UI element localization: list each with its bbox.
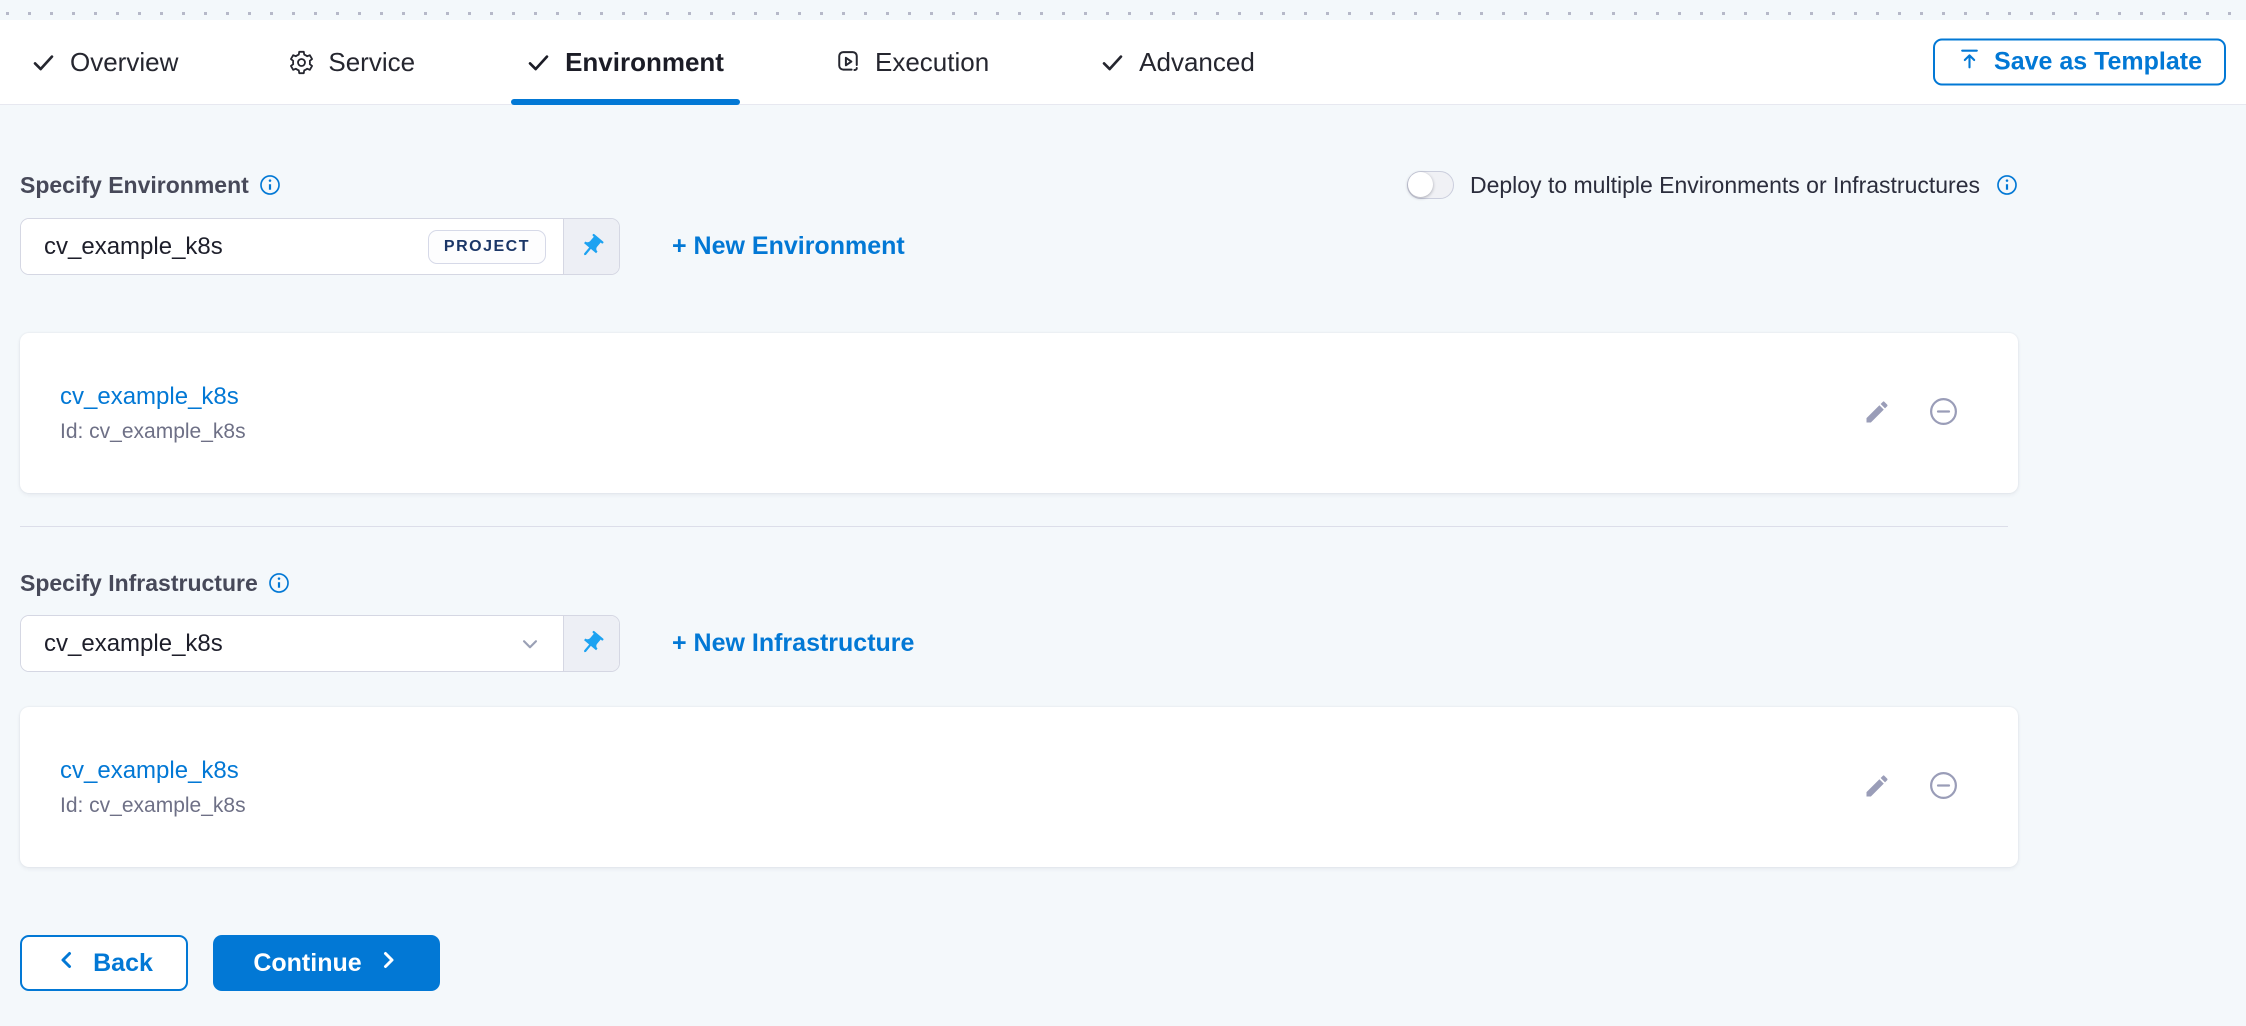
infrastructure-card-actions [1863,769,1960,805]
infrastructure-select-input[interactable]: cv_example_k8s [21,616,563,671]
chevron-right-icon [376,948,400,979]
infrastructure-select: cv_example_k8s [20,615,620,672]
continue-button[interactable]: Continue [213,935,440,991]
tab-overview[interactable]: Overview [30,20,178,105]
upload-icon [1957,46,1982,78]
remove-infrastructure-button[interactable] [1927,769,1960,805]
tab-advanced[interactable]: Advanced [1099,20,1255,105]
dotted-separator [0,0,2246,20]
infrastructure-select-value: cv_example_k8s [44,630,517,658]
minus-circle-icon [1927,769,1960,805]
check-icon [1099,49,1126,76]
multi-deploy-toggle-group: Deploy to multiple Environments or Infra… [1407,171,2018,199]
pencil-icon [1863,398,1891,429]
remove-environment-button[interactable] [1927,395,1960,431]
back-button[interactable]: Back [20,935,188,991]
infrastructure-label-row: Specify Infrastructure [20,563,2018,603]
info-icon[interactable] [259,174,281,196]
multi-deploy-toggle[interactable] [1407,171,1454,199]
environment-field-row: cv_example_k8s PROJECT + New Environment [20,218,2018,275]
chevron-left-icon [55,948,79,979]
wizard-footer: Back Continue [20,935,2018,991]
specify-environment-label: Specify Environment [20,172,249,199]
environment-label-row: Specify Environment Deploy to multiple E… [20,165,2018,205]
gear-icon [288,49,315,76]
tab-label: Advanced [1139,47,1255,78]
specify-infrastructure-label: Specify Infrastructure [20,570,258,597]
tab-label: Overview [70,47,178,78]
pushpin-icon [572,624,610,662]
tab-service[interactable]: Service [288,20,415,105]
environment-card-actions [1863,395,1960,431]
environment-select-input[interactable]: cv_example_k8s PROJECT [21,219,563,274]
active-tab-underline [511,99,740,105]
new-environment-link[interactable]: + New Environment [672,232,905,261]
tab-environment[interactable]: Environment [525,20,724,105]
pin-infrastructure-button[interactable] [563,616,619,671]
pin-environment-button[interactable] [563,219,619,274]
environment-stage-panel: Specify Environment Deploy to multiple E… [20,165,2018,991]
environment-select: cv_example_k8s PROJECT [20,218,620,275]
minus-circle-icon [1927,395,1960,431]
info-icon[interactable] [1996,174,2018,196]
chevron-down-icon [517,631,543,657]
environment-card-id: Id: cv_example_k8s [60,420,246,444]
edit-environment-button[interactable] [1863,398,1891,429]
infrastructure-field-row: cv_example_k8s + New Infrastructure [20,615,2018,672]
environment-select-value: cv_example_k8s [44,233,428,261]
info-icon[interactable] [268,572,290,594]
edit-infrastructure-button[interactable] [1863,772,1891,803]
tab-execution[interactable]: Execution [834,20,989,105]
play-box-icon [834,48,862,76]
infrastructure-card-id: Id: cv_example_k8s [60,794,246,818]
toggle-knob [1408,172,1433,197]
tab-label: Execution [875,47,989,78]
check-icon [30,49,57,76]
infrastructure-card: cv_example_k8s Id: cv_example_k8s [20,707,2018,867]
infrastructure-card-text: cv_example_k8s Id: cv_example_k8s [60,757,246,818]
environment-card-title-link[interactable]: cv_example_k8s [60,383,239,411]
infrastructure-card-title-link[interactable]: cv_example_k8s [60,757,239,785]
tab-label: Environment [565,47,724,78]
check-icon [525,49,552,76]
pencil-icon [1863,772,1891,803]
new-infrastructure-link[interactable]: + New Infrastructure [672,629,914,658]
pushpin-icon [572,227,610,265]
multi-deploy-label: Deploy to multiple Environments or Infra… [1470,172,1980,199]
scope-tag: PROJECT [428,230,546,264]
environment-card: cv_example_k8s Id: cv_example_k8s [20,333,2018,493]
section-divider [20,526,2008,527]
stage-tab-bar: Overview Service Environment Execution A… [0,20,2246,105]
save-as-template-button[interactable]: Save as Template [1933,39,2226,86]
environment-card-text: cv_example_k8s Id: cv_example_k8s [60,383,246,444]
tab-label: Service [328,47,415,78]
